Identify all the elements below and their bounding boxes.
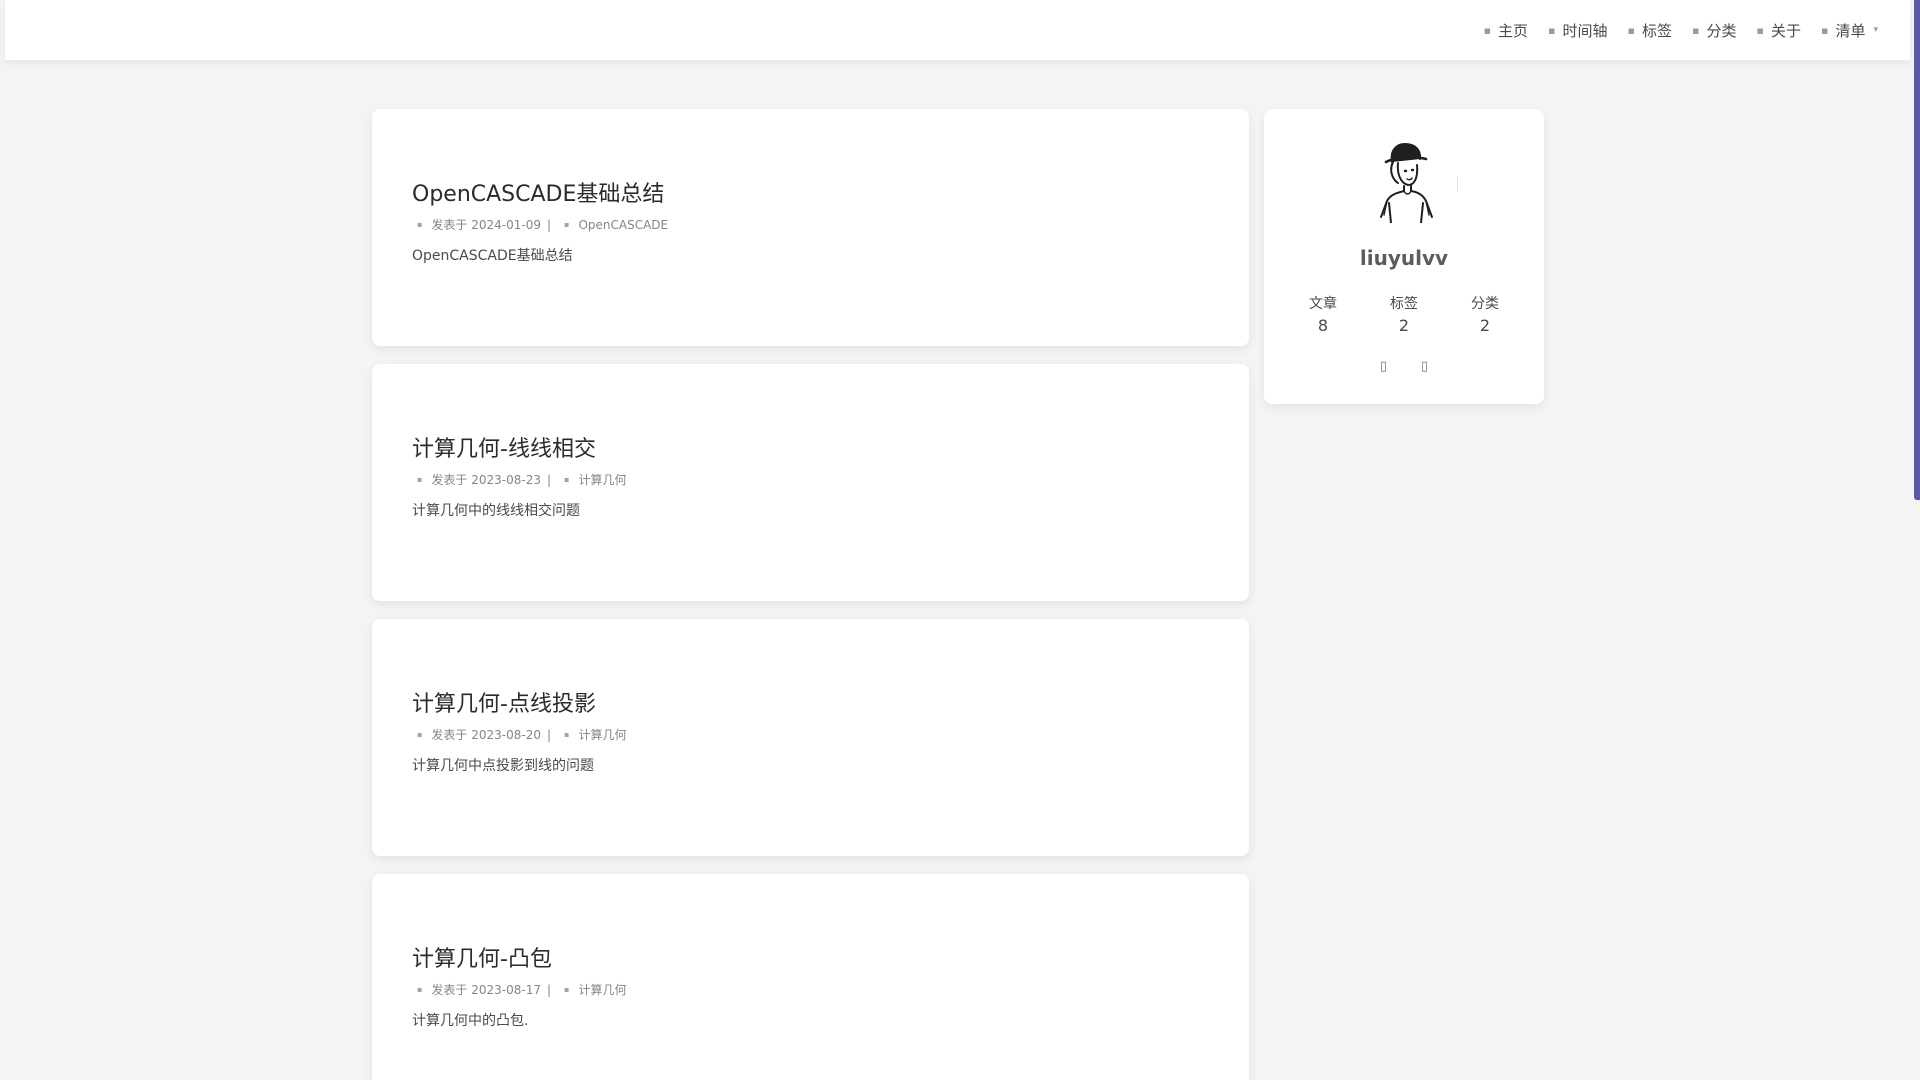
- folder-icon: ▪: [1692, 23, 1700, 37]
- heart-icon: ▪: [1756, 23, 1764, 37]
- post-meta: ▪ 发表于 2023-08-17 | ▪ 计算几何: [412, 981, 1209, 999]
- nav-item-about[interactable]: ▪ 关于: [1757, 20, 1801, 41]
- stat-value: 2: [1398, 316, 1410, 335]
- calendar-icon: ▪: [417, 220, 423, 229]
- recent-posts: OpenCASCADE基础总结 ▪ 发表于 2024-01-09 | ▪ Ope…: [372, 109, 1249, 1080]
- site-stats: 文章 8 标签 2 分类 2: [1288, 294, 1520, 338]
- avatar[interactable]: [1360, 135, 1448, 223]
- archive-icon: ▪: [1548, 23, 1556, 37]
- post-meta: ▪ 发表于 2024-01-09 | ▪ OpenCASCADE: [412, 216, 1209, 234]
- top-navbar: ▪ 主页 ▪ 时间轴 ▪ 标签 ▪ 分类 ▪ 关于 ▪ 清单 ▾: [5, 0, 1910, 60]
- nav-menu: ▪ 主页 ▪ 时间轴 ▪ 标签 ▪ 分类 ▪ 关于 ▪ 清单 ▾: [1464, 0, 1878, 60]
- stat-label: 文章: [1309, 296, 1337, 312]
- post-title[interactable]: 计算几何-点线投影: [412, 690, 1209, 720]
- post-category-link[interactable]: 计算几何: [578, 726, 626, 744]
- nav-item-label: 主页: [1498, 21, 1529, 40]
- post-card: OpenCASCADE基础总结 ▪ 发表于 2024-01-09 | ▪ Ope…: [372, 109, 1249, 346]
- post-card: 计算几何-线线相交 ▪ 发表于 2023-08-23 | ▪ 计算几何 计算几何…: [372, 364, 1249, 601]
- post-date: 发表于 2023-08-17: [431, 983, 541, 997]
- post-date: 发表于 2023-08-23: [431, 473, 541, 487]
- post-title[interactable]: 计算几何-凸包: [412, 945, 1209, 975]
- meta-separator: |: [546, 473, 552, 487]
- nav-item-label: 分类: [1706, 21, 1737, 40]
- folder-icon: ▪: [564, 220, 570, 229]
- post-category-link[interactable]: OpenCASCADE: [578, 216, 668, 234]
- post-category-link[interactable]: 计算几何: [578, 471, 626, 489]
- tags-icon: ▪: [1627, 23, 1635, 37]
- nav-item-label: 标签: [1642, 21, 1673, 40]
- post-meta: ▪ 发表于 2023-08-23 | ▪ 计算几何: [412, 471, 1209, 489]
- post-date: 发表于 2023-08-20: [431, 728, 541, 742]
- nav-item-label: 时间轴: [1562, 21, 1608, 40]
- nav-item-label: 清单: [1835, 21, 1866, 40]
- post-date: 发表于 2024-01-09: [431, 218, 541, 232]
- github-icon[interactable]: ▯: [1380, 359, 1387, 374]
- folder-icon: ▪: [564, 730, 570, 739]
- post-excerpt: 计算几何中点投影到线的问题: [412, 758, 594, 774]
- stat-label: 标签: [1390, 296, 1418, 312]
- home-icon: ▪: [1483, 23, 1492, 37]
- calendar-icon: ▪: [417, 475, 423, 484]
- nav-item-timeline[interactable]: ▪ 时间轴: [1548, 20, 1607, 41]
- calendar-icon: ▪: [417, 985, 423, 994]
- post-card: 计算几何-点线投影 ▪ 发表于 2023-08-20 | ▪ 计算几何 计算几何…: [372, 619, 1249, 856]
- nav-item-categories[interactable]: ▪ 分类: [1692, 20, 1736, 41]
- post-excerpt: OpenCASCADE基础总结: [412, 248, 573, 264]
- post-card: 计算几何-凸包 ▪ 发表于 2023-08-17 | ▪ 计算几何 计算几何中的…: [372, 874, 1249, 1080]
- stat-value: 8: [1317, 316, 1329, 335]
- nav-item-list[interactable]: ▪ 清单 ▾: [1821, 20, 1878, 41]
- list-icon: ▪: [1820, 23, 1829, 37]
- stat-value: 2: [1479, 316, 1491, 335]
- blog-page: ▪ 主页 ▪ 时间轴 ▪ 标签 ▪ 分类 ▪ 关于 ▪ 清单 ▾ OpenCAS…: [0, 0, 1920, 1080]
- author-name: liuyulvv: [1359, 246, 1449, 270]
- post-title[interactable]: OpenCASCADE基础总结: [412, 180, 1209, 210]
- email-icon[interactable]: ▯: [1421, 359, 1428, 374]
- divider: [1457, 176, 1458, 192]
- post-title[interactable]: 计算几何-线线相交: [412, 435, 1209, 465]
- post-excerpt: 计算几何中的凸包.: [412, 1013, 529, 1029]
- stat-articles[interactable]: 文章 8: [1288, 294, 1358, 338]
- chevron-down-icon: ▾: [1873, 25, 1878, 35]
- nav-item-label: 关于: [1770, 21, 1801, 40]
- scrollbar[interactable]: [1914, 0, 1920, 500]
- post-category-link[interactable]: 计算几何: [578, 981, 626, 999]
- nav-item-tags[interactable]: ▪ 标签: [1628, 20, 1672, 41]
- meta-separator: |: [546, 218, 552, 232]
- meta-separator: |: [546, 728, 552, 742]
- post-excerpt: 计算几何中的线线相交问题: [412, 503, 580, 519]
- meta-separator: |: [546, 983, 552, 997]
- calendar-icon: ▪: [417, 730, 423, 739]
- stat-tags[interactable]: 标签 2: [1369, 294, 1439, 338]
- folder-icon: ▪: [564, 985, 570, 994]
- stat-label: 分类: [1471, 296, 1499, 312]
- folder-icon: ▪: [564, 475, 570, 484]
- social-icons: ▯ ▯: [1264, 359, 1544, 374]
- nav-item-home[interactable]: ▪ 主页: [1484, 20, 1528, 41]
- post-meta: ▪ 发表于 2023-08-20 | ▪ 计算几何: [412, 726, 1209, 744]
- stat-categories[interactable]: 分类 2: [1450, 294, 1520, 338]
- author-info-card: liuyulvv 文章 8 标签 2 分类 2 ▯ ▯: [1264, 109, 1544, 404]
